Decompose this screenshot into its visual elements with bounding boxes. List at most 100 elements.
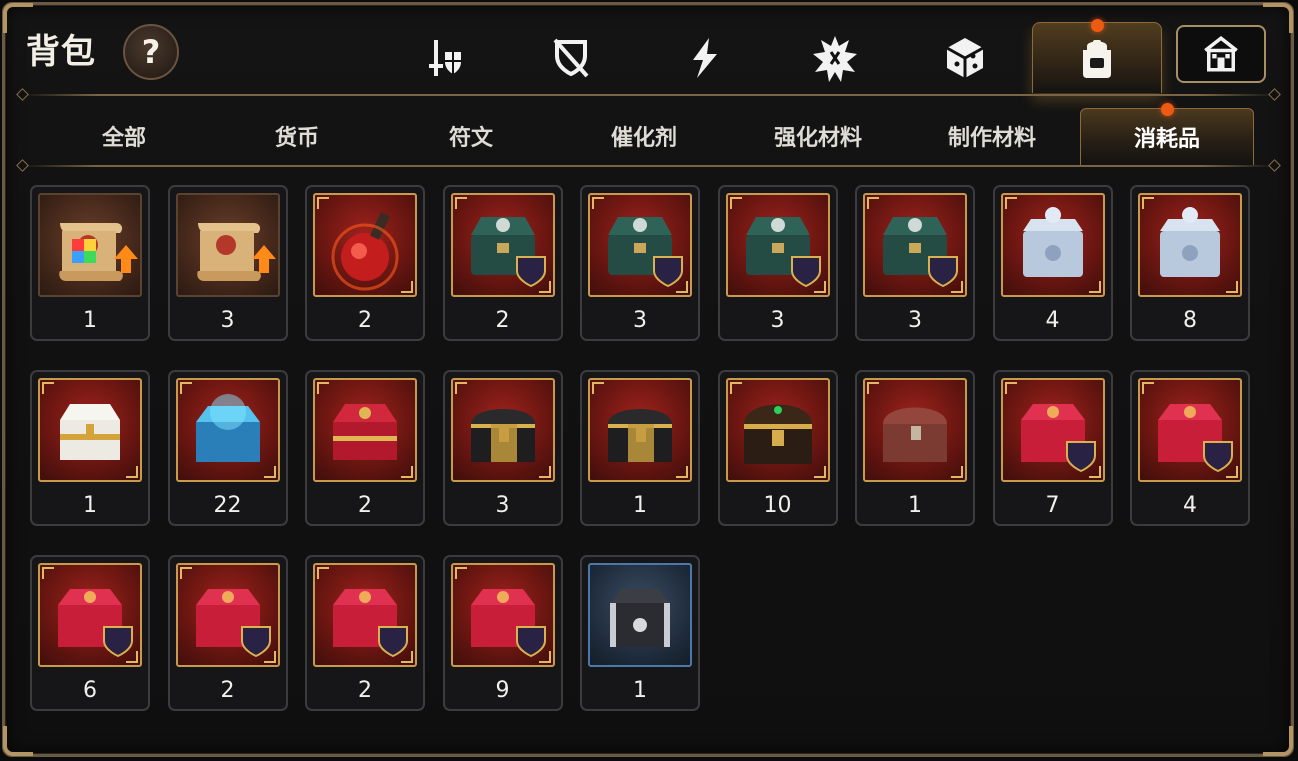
green-chest-claw-icon xyxy=(883,217,958,288)
item-slot[interactable]: 6 xyxy=(30,555,150,711)
item-icon-frame xyxy=(450,378,555,482)
ornate-treasure-chest-icon xyxy=(743,404,812,464)
item-slot[interactable]: 1 xyxy=(30,370,150,526)
lightning-icon xyxy=(693,38,717,78)
tab-armor[interactable] xyxy=(521,22,621,94)
item-count: 1 xyxy=(633,678,647,703)
item-slot[interactable]: 3 xyxy=(442,370,563,526)
tab-materials[interactable] xyxy=(915,22,1015,94)
item-count: 22 xyxy=(213,493,242,518)
tab-currency[interactable]: 货币 xyxy=(211,108,383,164)
item-icon-frame xyxy=(1000,378,1105,482)
item-count: 3 xyxy=(633,308,647,333)
item-slot[interactable]: 4 xyxy=(1130,370,1250,526)
frame-corner xyxy=(3,726,33,756)
item-icon-frame xyxy=(863,378,967,482)
item-slot[interactable]: 2 xyxy=(305,185,425,341)
item-icon-frame xyxy=(175,563,280,667)
frame-ornament xyxy=(867,197,879,209)
item-slot[interactable]: 3 xyxy=(717,185,838,341)
item-slot[interactable]: 2 xyxy=(305,555,425,711)
tab-crafting-materials[interactable]: 制作材料 xyxy=(906,108,1078,164)
item-grid: 1 3 2 2 3 3 3 4 8 1 22 2 3 1 10 1 7 4 6 2 2 9 1 xyxy=(30,185,1250,711)
green-chest-sword-icon xyxy=(608,217,683,288)
scroll-upgrade-icon xyxy=(196,223,276,281)
item-count: 3 xyxy=(908,308,922,333)
tab-skills[interactable] xyxy=(655,22,755,94)
blue-crystal-chest-icon xyxy=(195,394,260,462)
item-count: 2 xyxy=(220,678,235,703)
frame-ornament xyxy=(676,281,688,293)
frame-ornament xyxy=(1142,382,1154,394)
item-count: 3 xyxy=(495,493,510,518)
red-box-heart-icon xyxy=(1158,404,1233,473)
item-count: 4 xyxy=(1045,308,1060,333)
item-slot[interactable]: 2 xyxy=(442,185,563,341)
item-icon-frame xyxy=(1000,193,1105,297)
frame-ornament xyxy=(867,382,879,394)
item-slot[interactable]: 3 xyxy=(580,185,700,341)
frame-ornament xyxy=(454,382,467,394)
frame-ornament xyxy=(951,466,963,478)
tab-runes[interactable] xyxy=(785,22,885,94)
burst-rune-icon xyxy=(813,36,857,82)
item-icon-frame xyxy=(450,193,555,297)
frame-ornament xyxy=(951,281,963,293)
item-slot[interactable]: 1 xyxy=(580,555,700,711)
item-slot[interactable]: 2 xyxy=(305,370,425,526)
item-slot[interactable]: 9 xyxy=(442,555,563,711)
item-icon-frame xyxy=(863,193,967,297)
item-slot[interactable]: 7 xyxy=(992,370,1113,526)
item-slot[interactable]: 1 xyxy=(580,370,700,526)
tab-enhance-materials[interactable]: 强化材料 xyxy=(732,108,904,164)
frame-ornament xyxy=(401,281,413,293)
frame-ornament xyxy=(179,382,192,394)
item-count: 8 xyxy=(1183,308,1197,333)
subcategory-tabs: 全部 货币 符文 催化剂 强化材料 制作材料 消耗品 xyxy=(38,103,1254,165)
item-icon-frame xyxy=(588,563,692,667)
item-count: 3 xyxy=(770,308,785,333)
broken-shield-icon xyxy=(553,38,589,78)
tab-equipment[interactable] xyxy=(395,22,495,94)
item-slot[interactable]: 3 xyxy=(167,185,288,341)
item-slot[interactable]: 10 xyxy=(717,370,838,526)
tab-catalyst[interactable]: 催化剂 xyxy=(558,108,730,164)
frame-ornament xyxy=(592,197,604,209)
frame-ornament xyxy=(263,466,276,478)
item-slot[interactable]: 4 xyxy=(992,185,1113,341)
red-box-broken-sword-icon xyxy=(333,589,408,658)
item-slot[interactable]: 3 xyxy=(855,185,975,341)
iron-box-icon xyxy=(610,589,670,647)
frame-ornament xyxy=(317,197,329,209)
house-icon xyxy=(1204,36,1238,72)
item-slot[interactable]: 22 xyxy=(167,370,288,526)
tab-runes-sub[interactable]: 符文 xyxy=(385,108,557,164)
divider xyxy=(22,165,1276,167)
tab-consumables[interactable]: 消耗品 xyxy=(1080,103,1254,165)
item-slot[interactable]: 2 xyxy=(167,555,288,711)
notification-dot xyxy=(1091,19,1104,32)
frame-ornament xyxy=(1088,466,1101,478)
frame-ornament xyxy=(729,197,742,209)
tab-all[interactable]: 全部 xyxy=(38,108,210,164)
silver-box-icon xyxy=(1160,207,1220,277)
divider xyxy=(22,94,1276,96)
frame-ornament xyxy=(538,651,551,663)
item-icon-frame xyxy=(725,193,830,297)
item-icon-frame xyxy=(38,563,142,667)
tab-backpack[interactable] xyxy=(1032,19,1162,93)
frame-ornament xyxy=(126,466,138,478)
item-slot[interactable]: 8 xyxy=(1130,185,1250,341)
sword-shield-icon xyxy=(429,40,461,76)
help-button[interactable]: ? xyxy=(123,24,179,80)
red-box-sword-icon xyxy=(1020,404,1096,473)
item-icon-frame xyxy=(1138,193,1242,297)
house-button[interactable] xyxy=(1176,25,1266,83)
item-slot[interactable]: 1 xyxy=(30,185,150,341)
frame-ornament xyxy=(538,281,551,293)
frame-ornament xyxy=(42,382,54,394)
backpack-icon xyxy=(1083,40,1111,78)
item-count: 1 xyxy=(83,493,97,518)
item-count: 1 xyxy=(633,493,647,518)
item-slot[interactable]: 1 xyxy=(855,370,975,526)
